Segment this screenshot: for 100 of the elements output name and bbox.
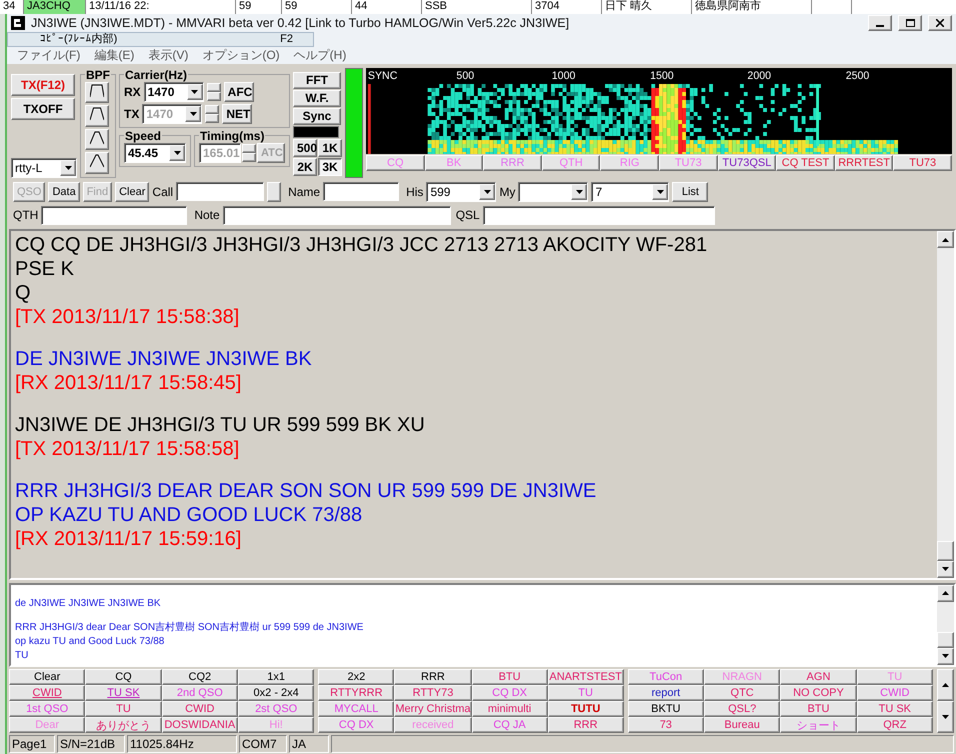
dropdown-button[interactable] [571,184,588,200]
close-button[interactable] [928,14,952,31]
macro-button[interactable]: report [628,684,704,701]
dropdown-button[interactable] [186,84,203,100]
view-button[interactable]: FFT [293,72,341,88]
tx-frequency-select[interactable]: 1470 [142,104,202,124]
macro-button[interactable]: received [394,716,472,733]
macro-button[interactable]: CQ [366,154,425,170]
call-browse-button[interactable] [267,182,282,202]
speed-select[interactable]: 45.45 [124,142,186,162]
net-button[interactable]: NET [222,104,252,124]
spin-buttons[interactable] [206,82,221,100]
dropdown-button[interactable] [169,144,185,160]
macro-button[interactable]: NO COPY [780,684,857,701]
macro-button[interactable]: RTTYRRR [318,684,394,701]
macro-button[interactable]: MYCALL [318,700,394,717]
macro-button[interactable]: TU73 [658,154,718,170]
macro-button[interactable]: RRR [548,716,624,733]
bandwidth-button[interactable]: 1K [318,138,342,156]
dropdown-button[interactable] [652,184,668,200]
macro-button[interactable]: TU73 [893,154,952,170]
macro-button[interactable]: TUTU [548,700,624,717]
call-field[interactable] [176,182,264,201]
macro-button[interactable]: 2nd QSO [162,684,238,701]
macro-button[interactable]: 73 [628,716,704,733]
macro-button[interactable]: CQ TEST [776,154,835,170]
log-button[interactable]: Data [48,182,80,202]
menu-item[interactable]: 表示(V) [148,48,188,62]
macro-button[interactable]: 1x1 [238,668,314,685]
filter-button[interactable] [85,82,109,103]
macro-button[interactable]: BTU [780,700,857,717]
macro-button[interactable]: TU [85,700,162,717]
menu-item[interactable]: 編集(E) [94,48,134,62]
macro-button[interactable]: Dear [9,716,86,733]
macro-button[interactable]: BTU [472,668,548,685]
view-button[interactable]: W.F. [293,90,341,106]
macro-button[interactable]: AGN [780,668,857,685]
note-field[interactable] [222,206,451,225]
macro-button[interactable]: ありがとう [85,716,162,733]
scrollbar[interactable] [937,584,954,665]
macro-button[interactable]: 1st QSO [9,700,86,717]
bandwidth-button[interactable]: 3K [318,158,342,176]
macro-button[interactable]: DOSWIDANIA [162,716,238,733]
minimize-button[interactable] [868,14,892,31]
macro-button[interactable]: 2st QSO [238,700,314,717]
spin-buttons[interactable] [242,144,256,162]
macro-button[interactable]: Merry Christma [394,700,472,717]
macro-button[interactable]: ショート [780,716,857,733]
macro-button[interactable]: CQ2 [162,668,238,685]
bandwidth-button[interactable]: 2K [293,158,317,176]
macro-button[interactable]: CQ JA [472,716,548,733]
macro-button[interactable]: QRZ [856,716,933,733]
maximize-button[interactable] [898,14,922,31]
qsl-field[interactable] [482,206,715,225]
macro-button[interactable]: TU73QSL [718,154,776,170]
macro-button[interactable]: CQ [85,668,162,685]
band-select[interactable]: 7 [591,182,670,202]
timing-field[interactable]: 165.01 [199,142,241,162]
macro-button[interactable]: CWID [162,700,238,717]
log-button[interactable]: Clear [115,182,150,202]
macro-button[interactable]: TU [548,684,624,701]
name-field[interactable] [323,182,400,201]
menu-item[interactable]: ファイル(F) [17,48,80,62]
list-button[interactable]: List [672,182,708,202]
scroll-thumb[interactable] [937,540,954,561]
rx-frequency-select[interactable]: 1470 [144,82,204,102]
his-rst-select[interactable]: 599 [426,182,496,202]
macro-button[interactable]: CQ DX [472,684,548,701]
macro-button[interactable]: Bureau [704,716,780,733]
macro-button[interactable]: QTC [704,684,780,701]
macro-button[interactable]: RIG [600,154,659,170]
dropdown-button[interactable] [479,184,496,200]
qth-field[interactable] [41,206,188,225]
menu-item[interactable]: オプション(O) [202,48,280,62]
mode-select[interactable]: rtty-L [11,158,77,178]
spin-buttons[interactable] [205,104,220,122]
macro-button[interactable]: QTH [542,154,600,170]
macro-button[interactable]: QSL? [704,700,780,717]
menu-item[interactable]: ヘルプ(H) [294,48,346,62]
macro-button[interactable]: minimulti [472,700,548,717]
macro-button[interactable]: CWID [9,684,86,701]
macro-button[interactable]: RRR [394,668,472,685]
scroll-thumb[interactable] [937,632,954,648]
filter-button[interactable] [85,152,109,174]
macro-button[interactable]: NRAGN [704,668,780,685]
dropdown-button[interactable] [185,106,202,122]
scrollbar[interactable] [937,231,954,578]
macro-button[interactable]: 0x2 - 2x4 [238,684,314,701]
view-button[interactable]: Sync [293,108,341,124]
dropdown-button[interactable] [60,160,76,176]
macro-button[interactable]: RRRTEST [834,154,894,170]
macro-button[interactable]: Hi! [238,716,314,733]
macro-button[interactable]: TU [856,668,933,685]
macro-button[interactable]: BK [424,154,484,170]
filter-button[interactable] [85,105,109,126]
transmit-text-area[interactable]: de JN3IWE JN3IWE JN3IWE BK RRR JH3HGI/3 dear Dear SON吉村豊樹 SON吉村豊樹 ur 599 599 de JN3IWE op kazu TU and Good Luck 73/88 TU [9,582,956,667]
macro-button[interactable]: CQ DX [318,716,394,733]
macro-button[interactable]: TU SK [85,684,162,701]
atc-button[interactable]: ATC [257,142,285,162]
macro-button[interactable]: Clear [9,668,86,685]
